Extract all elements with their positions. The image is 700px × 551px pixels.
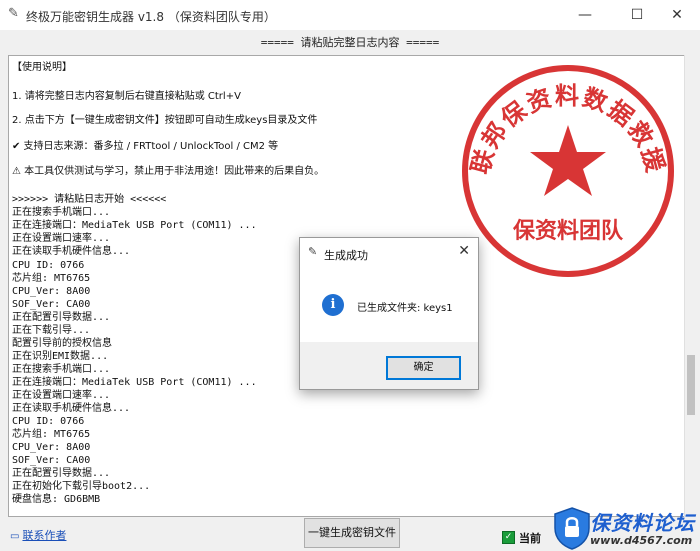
close-button[interactable]: ✕ [654, 0, 700, 30]
log-line: 正在初始化下载引导boot2... [12, 481, 151, 492]
log-line: 硬盘信息: GD6BMB [12, 494, 101, 505]
title-bar: ✎ 终极万能密钥生成器 v1.8 （保资料团队专用） — ☐ ✕ [0, 0, 700, 30]
log-line: 正在配置引导数据... [12, 312, 111, 323]
log-line: 正在连接端口：MediaTek USB Port (COM11) ... [12, 377, 257, 388]
log-line: SOF_Ver: CA00 [12, 299, 91, 310]
log-line: >>>>>> 请粘贴日志开始 <<<<<< [12, 194, 167, 205]
log-line: 配置引导前的授权信息 [12, 338, 112, 349]
info-icon: i [322, 294, 344, 316]
watermark-text: 保资料论坛 [590, 511, 695, 535]
log-line: CPU ID: 0766 [12, 416, 85, 427]
dialog-close-button[interactable]: ✕ [458, 243, 470, 259]
feather-icon: ✎ [308, 245, 318, 258]
minimize-button[interactable]: — [562, 0, 608, 30]
log-line: 正在读取手机硬件信息... [12, 246, 131, 257]
log-line: ⚠ 本工具仅供测试与学习，禁止用于非法用途！因此带来的后果自负。 [12, 166, 325, 177]
log-line: 正在设置端口速率... [12, 233, 111, 244]
log-line: CPU_Ver: 8A00 [12, 442, 91, 453]
vertical-scrollbar[interactable] [684, 55, 697, 517]
log-line: 芯片组: MT6765 [12, 273, 91, 284]
dialog-message: 已生成文件夹: keys1 [357, 303, 453, 314]
current-checkbox-group[interactable]: ✓ 当前 [502, 527, 541, 546]
log-line: 1. 请将完整日志内容复制后右键直接粘贴或 Ctrl+V [12, 91, 241, 102]
log-line: 正在配置引导数据... [12, 468, 111, 479]
log-line: 芯片组: MT6765 [12, 429, 91, 440]
log-line: CPU ID: 0766 [12, 260, 85, 271]
log-line: 正在设置端口速率... [12, 390, 111, 401]
log-line: 2. 点击下方【一键生成密钥文件】按钮即可自动生成keys目录及文件 [12, 115, 318, 126]
feather-icon: ✎ [8, 6, 19, 21]
watermark-url: www.d4567.com [590, 534, 693, 547]
log-line: 正在连接端口：MediaTek USB Port (COM11) ... [12, 220, 257, 231]
lock-shield-icon [554, 507, 590, 550]
log-line: 【使用说明】 [12, 62, 72, 73]
dialog-footer: 确定 [300, 342, 478, 389]
paste-header-label: ===== 请粘贴完整日志内容 ===== [260, 36, 440, 49]
dialog-title: 生成成功 [324, 249, 368, 262]
log-line: ✔ 支持日志来源：番多拉 / FRTtool / UnlockTool / CM… [12, 141, 279, 152]
scrollbar-thumb[interactable] [687, 355, 695, 415]
contact-author-link[interactable]: ▭ 联系作者 [10, 527, 66, 543]
checkbox-label: 当前 [519, 531, 541, 545]
success-dialog: ✎ 生成成功 ✕ i 已生成文件夹: keys1 确定 [299, 237, 479, 390]
seal-stamp: 联邦保资料数据救援 保资料团队 [462, 65, 674, 277]
log-line: 正在搜索手机端口... [12, 364, 111, 375]
log-line: 正在搜索手机端口... [12, 207, 111, 218]
log-line: 正在下载引导... [12, 325, 91, 336]
contact-icon: ▭ [10, 531, 20, 542]
window-title: 终极万能密钥生成器 v1.8 （保资料团队专用） [26, 10, 276, 24]
log-line: CPU_Ver: 8A00 [12, 286, 91, 297]
ok-button[interactable]: 确定 [386, 356, 461, 380]
generate-keys-button[interactable]: 一键生成密钥文件 [304, 518, 400, 548]
contact-author-label: 联系作者 [22, 529, 67, 542]
star-icon [530, 125, 606, 196]
log-line: 正在读取手机硬件信息... [12, 403, 131, 414]
log-line: 正在识别EMI数据... [12, 351, 109, 362]
checkbox-checked-icon[interactable]: ✓ [502, 531, 515, 544]
stamp-bottom-text: 保资料团队 [512, 219, 624, 244]
log-line: SOF_Ver: CA00 [12, 455, 91, 466]
